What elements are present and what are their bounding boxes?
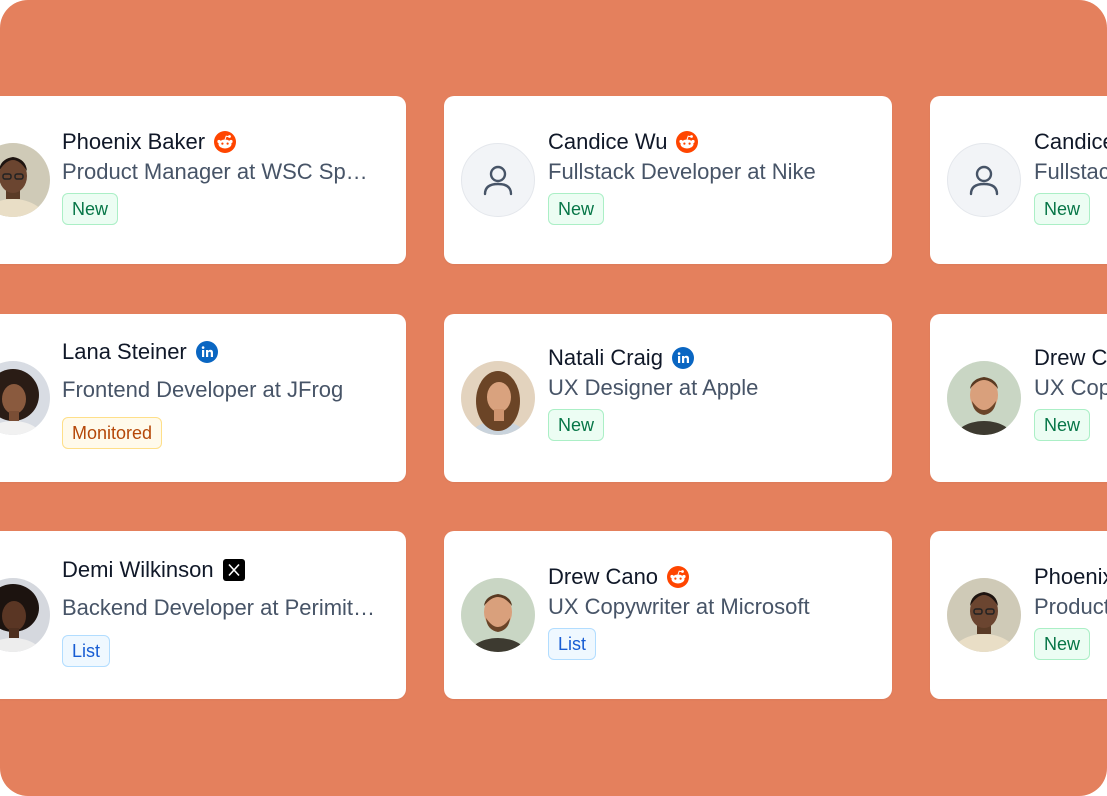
status-badge: New xyxy=(548,193,605,225)
profile-title: Frontend Developer at JFrog xyxy=(62,377,344,402)
avatar xyxy=(0,578,50,652)
status-badge: New xyxy=(1034,628,1091,660)
reddit-icon xyxy=(667,566,690,588)
profile-title: Backend Developer at Perimit… xyxy=(62,595,376,620)
avatar xyxy=(947,361,1021,435)
profile-name: Lana Steiner xyxy=(62,339,187,364)
status-badge: New xyxy=(1034,193,1091,225)
profile-card[interactable]: Candice Fullstac New xyxy=(930,96,1107,264)
profile-card[interactable]: Phoenix Product New xyxy=(930,531,1107,699)
status-badge: List xyxy=(62,635,111,667)
profile-card[interactable]: Drew C UX Cop New xyxy=(930,314,1107,482)
profile-card[interactable]: Natali Craig UX Designer at Apple New xyxy=(444,314,892,482)
profile-card[interactable]: Phoenix Baker Product Manager at WSC Sp…… xyxy=(0,96,406,264)
status-badge: New xyxy=(62,193,119,225)
user-placeholder-icon xyxy=(969,165,999,196)
profile-card[interactable]: Lana Steiner Frontend Developer at JFrog… xyxy=(0,314,406,482)
profile-title: UX Copywriter at Microsoft xyxy=(548,594,810,619)
x-icon xyxy=(222,559,245,581)
profile-title: Product xyxy=(1034,594,1107,619)
profile-name: Demi Wilkinson xyxy=(62,557,214,582)
reddit-icon xyxy=(214,131,237,153)
profile-cards-canvas: Phoenix Baker Product Manager at WSC Sp…… xyxy=(0,0,1107,796)
profile-name: Drew Cano xyxy=(548,564,659,589)
profile-title: Fullstack Developer at Nike xyxy=(548,159,816,184)
profile-title: Fullstac xyxy=(1034,159,1107,184)
profile-card[interactable]: Drew Cano UX Copywriter at Microsoft Lis… xyxy=(444,531,892,699)
status-badge: New xyxy=(548,409,605,441)
profile-title: UX Cop xyxy=(1034,375,1107,400)
profile-name: Phoenix Baker xyxy=(62,129,206,154)
status-badge: Monitored xyxy=(62,417,163,449)
avatar xyxy=(947,143,1021,217)
profile-name: Candice Wu xyxy=(548,129,668,154)
reddit-icon xyxy=(676,131,699,153)
avatar xyxy=(0,361,50,435)
profile-name: Natali Craig xyxy=(548,345,663,370)
profile-name: Phoenix xyxy=(1034,564,1107,589)
profile-card[interactable]: Candice Wu Fullstack Developer at Nike N… xyxy=(444,96,892,264)
profile-name: Drew C xyxy=(1034,345,1107,370)
avatar xyxy=(0,143,50,217)
linkedin-icon xyxy=(195,341,218,363)
user-placeholder-icon xyxy=(483,165,513,196)
linkedin-icon xyxy=(671,347,694,369)
avatar xyxy=(947,578,1021,652)
profile-title: Product Manager at WSC Sp… xyxy=(62,159,368,184)
status-badge: List xyxy=(548,628,597,660)
avatar xyxy=(461,361,535,435)
profile-title: UX Designer at Apple xyxy=(548,375,759,400)
profile-name: Candice xyxy=(1034,129,1107,154)
status-badge: New xyxy=(1034,409,1091,441)
avatar xyxy=(461,578,535,652)
profile-card[interactable]: Demi Wilkinson Backend Developer at Peri… xyxy=(0,531,406,699)
avatar xyxy=(461,143,535,217)
